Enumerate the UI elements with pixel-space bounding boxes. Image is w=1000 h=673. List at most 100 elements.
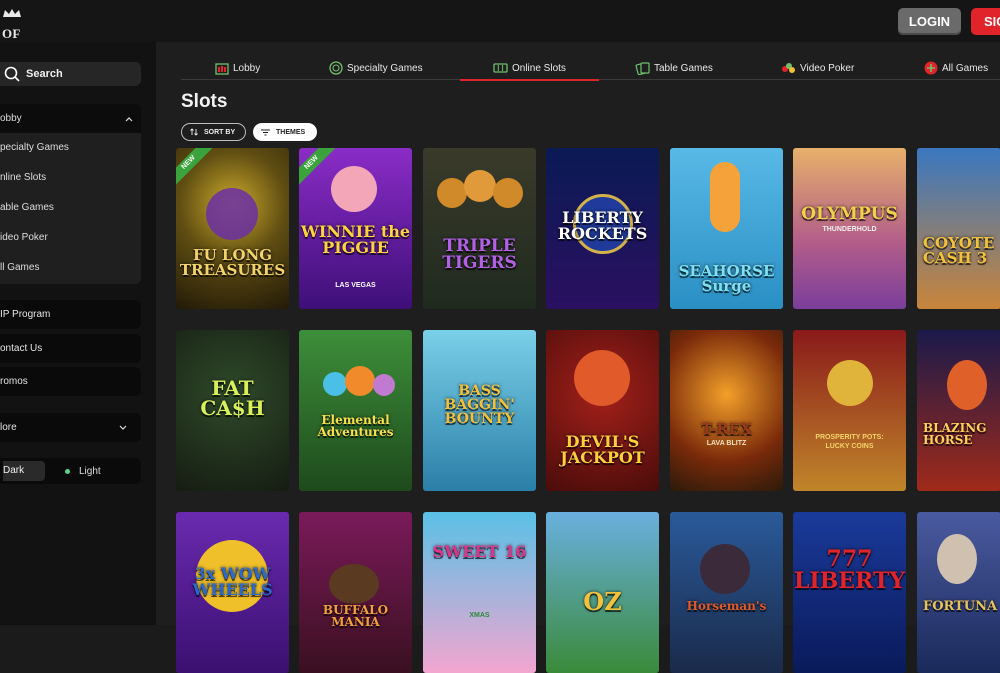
sidebar-item-vip-program[interactable]: IP Program [0, 300, 141, 329]
game-title: SEAHORSE Surge [678, 262, 775, 295]
specialty-icon [329, 61, 343, 75]
theme-toggle: Dark Light [0, 458, 141, 484]
theme-light-label: Light [79, 465, 101, 477]
chevron-down-icon [119, 425, 127, 430]
game-title: BUFFALO MANIA [322, 603, 389, 629]
search-label: Search [26, 68, 63, 80]
more-label: lore [0, 422, 17, 433]
game-card-3x-wow-wheels[interactable]: 3x WOW WHEELS [176, 512, 289, 673]
game-card-oz[interactable]: OZ [546, 512, 659, 673]
game-card-buffalo-mania[interactable]: BUFFALO MANIA [299, 512, 412, 673]
game-title: OZ [583, 587, 622, 616]
game-card-devils-jackpot[interactable]: DEVIL'S JACKPOT [546, 330, 659, 491]
lobby-menu-group: obby pecialty Games nline Slots able Gam… [0, 104, 141, 284]
game-subtitle: LAVA BLITZ [706, 440, 747, 447]
lobby-label: obby [0, 113, 22, 124]
game-card-horsemans[interactable]: Horseman's [670, 512, 783, 673]
game-title: Horseman's [686, 599, 767, 613]
game-subtitle: THUNDERHOLD [822, 226, 877, 233]
game-card-olympus-thunderhold[interactable]: OLYMPUS THUNDERHOLD [793, 148, 906, 309]
game-title: SWEET 16 [432, 542, 527, 561]
game-card-seahorse-surge[interactable]: SEAHORSE Surge [670, 148, 783, 309]
game-card-t-rex-lava-blitz[interactable]: T-REX LAVA BLITZ [670, 330, 783, 491]
signup-button[interactable]: SIG [971, 8, 1000, 35]
lobby-menu-toggle[interactable]: obby [0, 104, 141, 133]
game-card-fu-long-treasures[interactable]: NEW FU LONG TREASURES [176, 148, 289, 309]
game-title: FORTUNA [923, 599, 998, 614]
game-subtitle: LAS VEGAS [335, 282, 376, 289]
chips-icon [782, 63, 795, 73]
theme-dark-option[interactable]: Dark [3, 461, 45, 481]
slots-icon [493, 63, 508, 73]
game-title: PROSPERITY POTS: [815, 434, 884, 441]
crown-icon [3, 9, 21, 17]
status-dot-icon [65, 468, 70, 474]
theme-light-option[interactable]: Light [65, 466, 101, 477]
game-title: DEVIL'S JACKPOT [560, 432, 645, 467]
tab-lobby[interactable]: Lobby [215, 56, 260, 80]
sidebar-item-all-games[interactable]: ll Games [0, 253, 141, 283]
tab-all-games[interactable]: All Games [924, 56, 988, 80]
game-title: TRIPLE TIGERS [442, 236, 517, 273]
tab-video-poker[interactable]: Video Poker [781, 56, 854, 80]
new-badge: NEW [299, 148, 336, 187]
main-content: Lobby Specialty Games Online Slots Table… [156, 42, 1000, 673]
game-card-777-liberty[interactable]: 777 LIBERTY [793, 512, 906, 673]
game-title: WINNIE the PIGGIE [300, 222, 411, 257]
game-title: T-REX [701, 420, 752, 438]
themes-filter-button[interactable]: THEMES [253, 123, 317, 141]
tab-table-games[interactable]: Table Games [635, 56, 713, 80]
tab-all-games-label: All Games [942, 62, 989, 74]
tab-video-poker-label: Video Poker [800, 62, 855, 74]
game-subtitle: LUCKY COINS [825, 443, 874, 450]
game-title: OLYMPUS [801, 204, 898, 224]
all-games-icon [924, 61, 938, 75]
login-button[interactable]: LOGIN [898, 8, 961, 35]
game-title: LIBERTY ROCKETS [557, 208, 648, 243]
tab-online-slots[interactable]: Online Slots [460, 56, 599, 81]
sidebar-item-video-poker[interactable]: ideo Poker [0, 223, 141, 253]
search-icon [4, 66, 20, 82]
lobby-icon [215, 63, 229, 75]
game-title: 777 LIBERTY [793, 546, 906, 594]
game-card-fat-cash[interactable]: FAT CA$H [176, 330, 289, 491]
sidebar-item-specialty-games[interactable]: pecialty Games [0, 133, 141, 163]
sort-by-label: SORT BY [204, 128, 236, 136]
sort-icon [190, 128, 198, 136]
game-card-triple-tigers[interactable]: TRIPLE TIGERS [423, 148, 536, 309]
sidebar-item-online-slots[interactable]: nline Slots [0, 163, 141, 193]
chevron-up-icon [125, 116, 133, 121]
sidebar-item-table-games[interactable]: able Games [0, 193, 141, 223]
game-card-bass-baggin-bounty[interactable]: BASS BAGGIN' BOUNTY [423, 330, 536, 491]
search-box[interactable]: Search [0, 62, 141, 86]
tab-online-slots-label: Online Slots [512, 62, 566, 74]
new-badge: NEW [176, 148, 213, 187]
cards-icon [635, 61, 650, 75]
game-title: Elemental Adventures [317, 413, 394, 439]
game-title: COYOTE CASH 3 [923, 234, 995, 267]
sidebar-item-contact-us[interactable]: ontact Us [0, 334, 141, 363]
sidebar-item-promos[interactable]: romos [0, 367, 141, 396]
tab-specialty-games[interactable]: Specialty Games [329, 56, 423, 80]
sort-by-button[interactable]: SORT BY [181, 123, 246, 141]
game-title: 3x WOW WHEELS [192, 564, 273, 599]
tab-lobby-label: Lobby [233, 62, 261, 74]
game-card-winnie-the-piggie[interactable]: NEW WINNIE the PIGGIE LAS VEGAS [299, 148, 412, 309]
game-title: FAT CA$H [200, 376, 265, 420]
tab-specialty-games-label: Specialty Games [347, 62, 423, 74]
game-card-liberty-rockets[interactable]: LIBERTY ROCKETS [546, 148, 659, 309]
tab-table-games-label: Table Games [654, 62, 713, 74]
sidebar: Search obby pecialty Games nline Slots a… [0, 42, 156, 625]
game-card-sweet-16-xmas[interactable]: SWEET 16 XMAS [423, 512, 536, 673]
game-card-elemental-adventures[interactable]: Elemental Adventures [299, 330, 412, 491]
game-card-coyote-cash-3[interactable]: COYOTE CASH 3 [917, 148, 1000, 309]
brand-logo[interactable]: OF CHANCE [0, 6, 70, 57]
page-title: Slots [181, 91, 228, 112]
game-card-blazing-horse[interactable]: BLAZING HORSE [917, 330, 1000, 491]
game-card-fortuna[interactable]: FORTUNA [917, 512, 1000, 673]
game-title: FU LONG TREASURES [179, 246, 286, 279]
game-title: BASS BAGGIN' BOUNTY [444, 383, 515, 427]
game-card-prosperity-pots[interactable]: PROSPERITY POTS: LUCKY COINS [793, 330, 906, 491]
more-menu-toggle[interactable]: lore [0, 413, 141, 442]
themes-label: THEMES [276, 128, 306, 136]
